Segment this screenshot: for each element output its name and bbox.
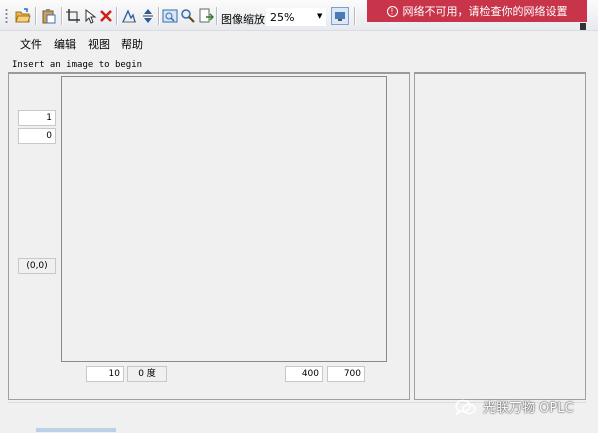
toolbar-separator xyxy=(116,7,118,25)
menu-view[interactable]: 视图 xyxy=(88,36,110,52)
menu-help[interactable]: 帮助 xyxy=(121,36,143,52)
value-field-10[interactable]: 10 xyxy=(86,366,124,382)
delete-icon[interactable] xyxy=(97,7,115,25)
toolbar-separator xyxy=(35,7,37,25)
taskbar-strip xyxy=(36,428,116,432)
toolbar-separator xyxy=(354,7,356,25)
overflow-chevron-icon[interactable] xyxy=(580,23,586,30)
toolbar-separator xyxy=(216,7,218,25)
network-warning-banner[interactable]: ! 网络不可用，请检查你的网络设置 xyxy=(367,0,587,22)
screen-icon[interactable] xyxy=(331,7,349,25)
fit-image-icon[interactable] xyxy=(161,7,179,25)
coords-display: (0,0) xyxy=(18,258,56,274)
wechat-logo-icon xyxy=(455,399,477,416)
export-icon[interactable] xyxy=(197,7,215,25)
zoom-icon[interactable] xyxy=(179,7,197,25)
zoom-label: 图像缩放: xyxy=(221,13,269,26)
value-field-second[interactable]: 0 xyxy=(18,128,56,144)
network-warning-text: 网络不可用，请检查你的网络设置 xyxy=(402,5,568,18)
menu-edit[interactable]: 编辑 xyxy=(54,36,76,52)
right-panel xyxy=(414,72,586,400)
watermark-text: 光联万物 OPLC xyxy=(483,401,574,416)
crop-icon[interactable] xyxy=(64,7,82,25)
angle-display: 0 度 xyxy=(127,366,167,382)
toolbar-separator xyxy=(158,7,160,25)
value-field-top[interactable]: 1 xyxy=(18,110,56,126)
edge-icon[interactable] xyxy=(120,7,138,25)
width-field[interactable]: 400 xyxy=(285,366,323,382)
paste-icon[interactable] xyxy=(40,7,58,25)
chevron-down-icon[interactable]: ▼ xyxy=(317,12,322,20)
menu-file[interactable]: 文件 xyxy=(20,36,42,52)
toolbar-grip[interactable] xyxy=(5,8,8,24)
warning-icon: ! xyxy=(386,5,398,17)
open-icon[interactable] xyxy=(14,7,32,25)
toolbar-separator xyxy=(61,7,63,25)
image-canvas[interactable] xyxy=(61,76,387,362)
watermark: 光联万物 OPLC xyxy=(455,397,574,416)
height-field[interactable]: 700 xyxy=(327,366,365,382)
status-message: Insert an image to begin xyxy=(12,60,143,70)
flip-icon[interactable] xyxy=(139,7,157,25)
